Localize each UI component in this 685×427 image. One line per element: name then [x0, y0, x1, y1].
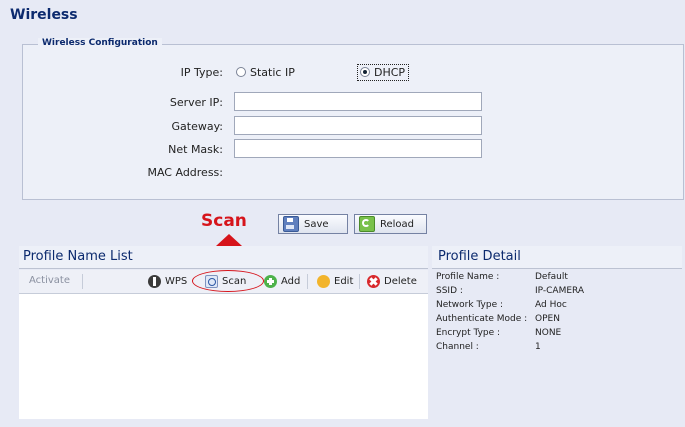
detail-value: OPEN — [535, 314, 560, 324]
toolbar-divider — [359, 274, 360, 289]
scan-highlight-circle — [192, 270, 264, 292]
reload-label: Reload — [380, 218, 415, 230]
wps-button[interactable]: WPS — [148, 275, 187, 288]
save-icon — [283, 216, 299, 232]
detail-value: IP-CAMERA — [535, 286, 585, 296]
toolbar-divider — [82, 274, 83, 289]
edit-label: Edit — [334, 276, 354, 287]
add-label: Add — [281, 276, 301, 287]
detail-label: Profile Name : — [436, 272, 500, 282]
mac-address-label: MAC Address: — [147, 166, 223, 179]
server-ip-label: Server IP: — [169, 96, 223, 109]
wps-icon — [148, 275, 161, 288]
reload-icon — [359, 216, 375, 232]
detail-value: Ad Hoc — [535, 300, 567, 310]
detail-value: NONE — [535, 328, 562, 338]
static-ip-label[interactable]: Static IP — [250, 66, 295, 79]
net-mask-input[interactable] — [234, 139, 482, 158]
gateway-label: Gateway: — [171, 120, 224, 133]
detail-value: Default — [535, 272, 568, 282]
dhcp-focus-outline — [357, 64, 409, 81]
detail-label: Network Type : — [436, 300, 504, 310]
detail-label: SSID : — [436, 286, 463, 296]
profile-name-list-title: Profile Name List — [23, 249, 133, 264]
delete-icon — [367, 275, 380, 288]
add-icon — [264, 275, 277, 288]
profile-list-area[interactable] — [19, 294, 428, 419]
delete-label: Delete — [384, 276, 417, 287]
detail-label: Channel : — [436, 342, 479, 352]
reload-button[interactable]: Reload — [354, 214, 427, 234]
static-ip-radio[interactable] — [236, 67, 246, 77]
save-label: Save — [304, 218, 329, 230]
edit-button[interactable]: Edit — [317, 275, 353, 288]
detail-value: 1 — [535, 342, 541, 352]
wireless-configuration-legend: Wireless Configuration — [38, 38, 162, 48]
scan-callout-text: Scan — [201, 211, 247, 231]
save-button[interactable]: Save — [278, 214, 348, 234]
wps-label: WPS — [165, 276, 188, 287]
detail-label: Encrypt Type : — [436, 328, 501, 338]
toolbar-divider — [307, 274, 308, 289]
ip-type-label: IP Type: — [180, 66, 223, 79]
add-button[interactable]: Add — [264, 275, 300, 288]
profile-detail-header: Profile Detail — [432, 246, 682, 269]
detail-label: Authenticate Mode : — [436, 314, 528, 324]
page-title: Wireless — [10, 7, 78, 23]
profile-toolbar: Activate WPS Scan Add Edit Delete — [19, 270, 428, 294]
callout-arrow-head — [216, 234, 242, 246]
gateway-input[interactable] — [234, 116, 482, 135]
delete-button[interactable]: Delete — [367, 275, 417, 288]
edit-icon — [317, 275, 330, 288]
net-mask-label: Net Mask: — [168, 143, 223, 156]
activate-button[interactable]: Activate — [29, 275, 70, 286]
server-ip-input[interactable] — [234, 92, 482, 111]
profile-detail-title: Profile Detail — [438, 249, 521, 264]
profile-name-list-header: Profile Name List — [19, 246, 428, 269]
